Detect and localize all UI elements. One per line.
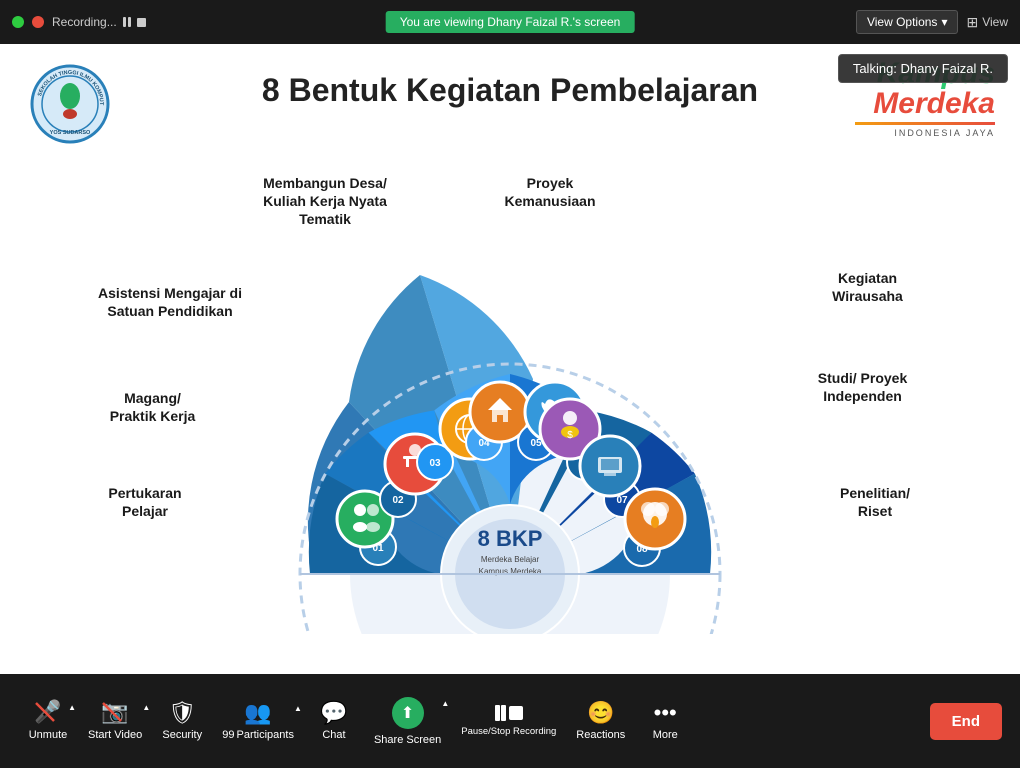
svg-text:02: 02 xyxy=(392,495,404,506)
diagram-area: PertukaranPelajar Magang/Praktik Kerja A… xyxy=(80,154,940,714)
video-slash-icon xyxy=(99,699,125,725)
label-08: Penelitian/Riset xyxy=(810,484,940,520)
participants-count: 99 xyxy=(222,729,234,741)
label-01: PertukaranPelajar xyxy=(80,484,210,520)
unmute-caret: ▲ xyxy=(68,703,76,712)
share-screen-icon-bg: ⬆ xyxy=(392,697,424,729)
end-button[interactable]: End xyxy=(930,703,1002,740)
svg-text:8 BKP: 8 BKP xyxy=(478,526,543,551)
top-bar-right: View Options ▾ ⊞ View xyxy=(856,10,1008,34)
label-02: Magang/Praktik Kerja xyxy=(80,389,225,425)
reactions-label: Reactions xyxy=(576,729,625,741)
slide-title: 8 Bentuk Kegiatan Pembelajaran xyxy=(262,72,758,109)
pause-stop-button[interactable]: Pause/Stop Recording xyxy=(451,699,566,743)
video-caret: ▲ xyxy=(142,703,150,712)
svg-text:03: 03 xyxy=(429,458,441,469)
more-button[interactable]: ••• More xyxy=(635,696,695,747)
more-label: More xyxy=(653,729,678,741)
chat-label: Chat xyxy=(322,729,345,741)
status-dot-red xyxy=(32,16,44,28)
bottom-toolbar: 🎤 Unmute ▲ 📷 Start Video xyxy=(0,674,1020,768)
share-screen-button[interactable]: ⬆ Share Screen ▲ xyxy=(364,691,451,752)
label-06: KegiatanWirausaha xyxy=(795,269,940,305)
participants-button[interactable]: 👥 99 Participants ▲ xyxy=(212,696,304,747)
share-screen-icon: ⬆ xyxy=(401,703,414,723)
kampus-sub: INDONESIA JAYA xyxy=(855,128,995,138)
pause-stop-label: Pause/Stop Recording xyxy=(461,726,556,737)
share-screen-label: Share Screen xyxy=(374,734,441,746)
top-bar-left: Recording... xyxy=(12,15,146,29)
participants-caret: ▲ xyxy=(294,704,302,713)
unmute-button[interactable]: 🎤 Unmute ▲ xyxy=(18,695,78,747)
recording-text: Recording... xyxy=(52,15,117,29)
logo-left: SEKOLAH TINGGI ILMU KOMPUTER YOS SUDARSO xyxy=(30,64,110,144)
view-label: View xyxy=(982,15,1008,29)
svg-text:YOS SUDARSO: YOS SUDARSO xyxy=(50,130,91,136)
view-options-button[interactable]: View Options ▾ xyxy=(856,10,959,34)
viewing-banner: You are viewing Dhany Faizal R.'s screen xyxy=(386,11,635,33)
talking-text: Talking: Dhany Faizal R. xyxy=(853,61,993,76)
view-options-label: View Options xyxy=(867,15,937,29)
recording-label: Recording... xyxy=(52,15,146,29)
pause-icon xyxy=(123,17,131,27)
security-button[interactable]: 🛡 Security xyxy=(152,696,212,747)
svg-text:Merdeka Belajar: Merdeka Belajar xyxy=(481,555,540,564)
svg-text:07: 07 xyxy=(616,495,628,506)
reactions-icon: 😊 xyxy=(587,702,614,724)
chevron-down-icon: ▾ xyxy=(941,15,947,29)
svg-text:$: $ xyxy=(567,430,573,441)
kampus-text2: Merdeka xyxy=(855,89,995,119)
top-bar: Recording... You are viewing Dhany Faiza… xyxy=(0,0,1020,44)
security-label: Security xyxy=(162,729,202,741)
chat-icon: 💬 xyxy=(320,702,347,724)
talking-badge: Talking: Dhany Faizal R. xyxy=(838,54,1008,83)
main-content: SEKOLAH TINGGI ILMU KOMPUTER YOS SUDARSO… xyxy=(0,44,1020,718)
more-icon: ••• xyxy=(654,702,677,724)
reactions-button[interactable]: 😊 Reactions xyxy=(566,696,635,747)
slide: SEKOLAH TINGGI ILMU KOMPUTER YOS SUDARSO… xyxy=(0,44,1020,718)
share-screen-caret: ▲ xyxy=(441,699,449,708)
viewing-text: You are viewing Dhany Faizal R.'s screen xyxy=(400,15,621,29)
wheel-diagram: 8 BKP Merdeka Belajar Kampus Merdeka 01 xyxy=(210,154,810,634)
start-video-label: Start Video xyxy=(88,729,142,741)
participants-icon: 👥 xyxy=(244,702,271,724)
stop-icon xyxy=(137,18,146,27)
participants-label: Participants xyxy=(236,729,293,741)
mic-slash-icon xyxy=(32,699,58,725)
unmute-label: Unmute xyxy=(29,729,68,741)
end-label: End xyxy=(952,713,980,730)
chat-button[interactable]: 💬 Chat xyxy=(304,696,364,747)
security-icon: 🛡 xyxy=(168,702,196,724)
view-button[interactable]: ⊞ View xyxy=(966,14,1008,31)
toolbar-left-group: 🎤 Unmute ▲ 📷 Start Video xyxy=(18,691,695,752)
start-video-button[interactable]: 📷 Start Video ▲ xyxy=(78,695,152,747)
status-dot-green xyxy=(12,16,24,28)
